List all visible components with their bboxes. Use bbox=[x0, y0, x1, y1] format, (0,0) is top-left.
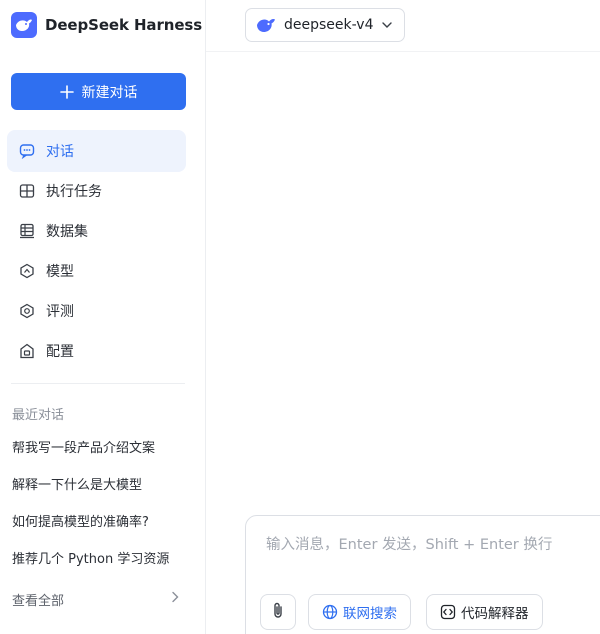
code-interpreter-toggle[interactable]: 代码解释器 bbox=[426, 594, 543, 630]
chevron-right-icon bbox=[170, 591, 180, 607]
model-name: deepseek-v4 bbox=[284, 17, 374, 33]
header-divider bbox=[206, 51, 600, 52]
sidebar-item-evaluation[interactable]: 评测 bbox=[7, 290, 186, 332]
globe-icon bbox=[322, 604, 338, 620]
sidebar-nav: 对话 执行任务 数据集 模型 评测 配置 bbox=[7, 130, 186, 370]
chevron-down-icon bbox=[381, 18, 393, 32]
dataset-icon bbox=[18, 222, 36, 240]
view-all-label: 查看全部 bbox=[12, 593, 65, 609]
sidebar: DeepSeek Harness 新建对话 对话 执行任务 数据集 模型 评测 … bbox=[0, 0, 206, 634]
chat-bubble-icon bbox=[18, 142, 36, 160]
web-search-label: 联网搜索 bbox=[343, 606, 397, 622]
deepseek-whale-icon bbox=[256, 17, 276, 33]
recent-conversation-item[interactable]: 推荐几个 Python 学习资源 bbox=[12, 545, 187, 582]
sidebar-item-label: 配置 bbox=[46, 344, 74, 360]
sidebar-item-models[interactable]: 模型 bbox=[7, 250, 186, 292]
sidebar-item-label: 数据集 bbox=[46, 224, 88, 240]
settings-icon bbox=[18, 342, 36, 360]
sidebar-divider bbox=[11, 383, 185, 384]
web-search-toggle[interactable]: 联网搜索 bbox=[308, 594, 411, 630]
message-composer: 输入消息，Enter 发送，Shift + Enter 换行 联网搜索 代码解释… bbox=[245, 515, 600, 634]
plus-icon bbox=[59, 84, 74, 99]
sidebar-item-label: 评测 bbox=[46, 304, 74, 320]
message-input[interactable]: 输入消息，Enter 发送，Shift + Enter 换行 bbox=[266, 533, 552, 554]
recent-conversation-item[interactable]: 帮我写一段产品介绍文案 bbox=[12, 434, 187, 471]
new-chat-button[interactable]: 新建对话 bbox=[11, 73, 186, 110]
recent-conversation-item[interactable]: 解释一下什么是大模型 bbox=[12, 471, 187, 508]
model-cube-icon bbox=[18, 262, 36, 280]
sidebar-item-chat[interactable]: 对话 bbox=[7, 130, 186, 172]
code-interpreter-label: 代码解释器 bbox=[461, 606, 529, 622]
sidebar-item-label: 执行任务 bbox=[46, 184, 102, 200]
evaluation-icon bbox=[18, 302, 36, 320]
recent-conversations: 帮我写一段产品介绍文案 解释一下什么是大模型 如何提高模型的准确率? 推荐几个 … bbox=[12, 434, 187, 582]
sidebar-item-settings[interactable]: 配置 bbox=[7, 330, 186, 372]
brand[interactable]: DeepSeek Harness bbox=[11, 12, 202, 38]
paperclip-icon bbox=[271, 601, 285, 623]
task-grid-icon bbox=[18, 182, 36, 200]
sidebar-item-label: 模型 bbox=[46, 264, 74, 280]
recent-section-label: 最近对话 bbox=[12, 408, 65, 423]
view-all-link[interactable]: 查看全部 bbox=[12, 588, 180, 610]
code-icon bbox=[440, 604, 456, 620]
sidebar-item-datasets[interactable]: 数据集 bbox=[7, 210, 186, 252]
new-chat-label: 新建对话 bbox=[81, 84, 138, 101]
sidebar-item-tasks[interactable]: 执行任务 bbox=[7, 170, 186, 212]
model-selector[interactable]: deepseek-v4 bbox=[245, 8, 405, 42]
sidebar-item-label: 对话 bbox=[46, 144, 74, 160]
brand-title: DeepSeek Harness bbox=[45, 16, 203, 34]
recent-conversation-item[interactable]: 如何提高模型的准确率? bbox=[12, 508, 187, 545]
attach-button[interactable] bbox=[260, 594, 296, 630]
deepseek-logo-icon bbox=[11, 12, 37, 38]
